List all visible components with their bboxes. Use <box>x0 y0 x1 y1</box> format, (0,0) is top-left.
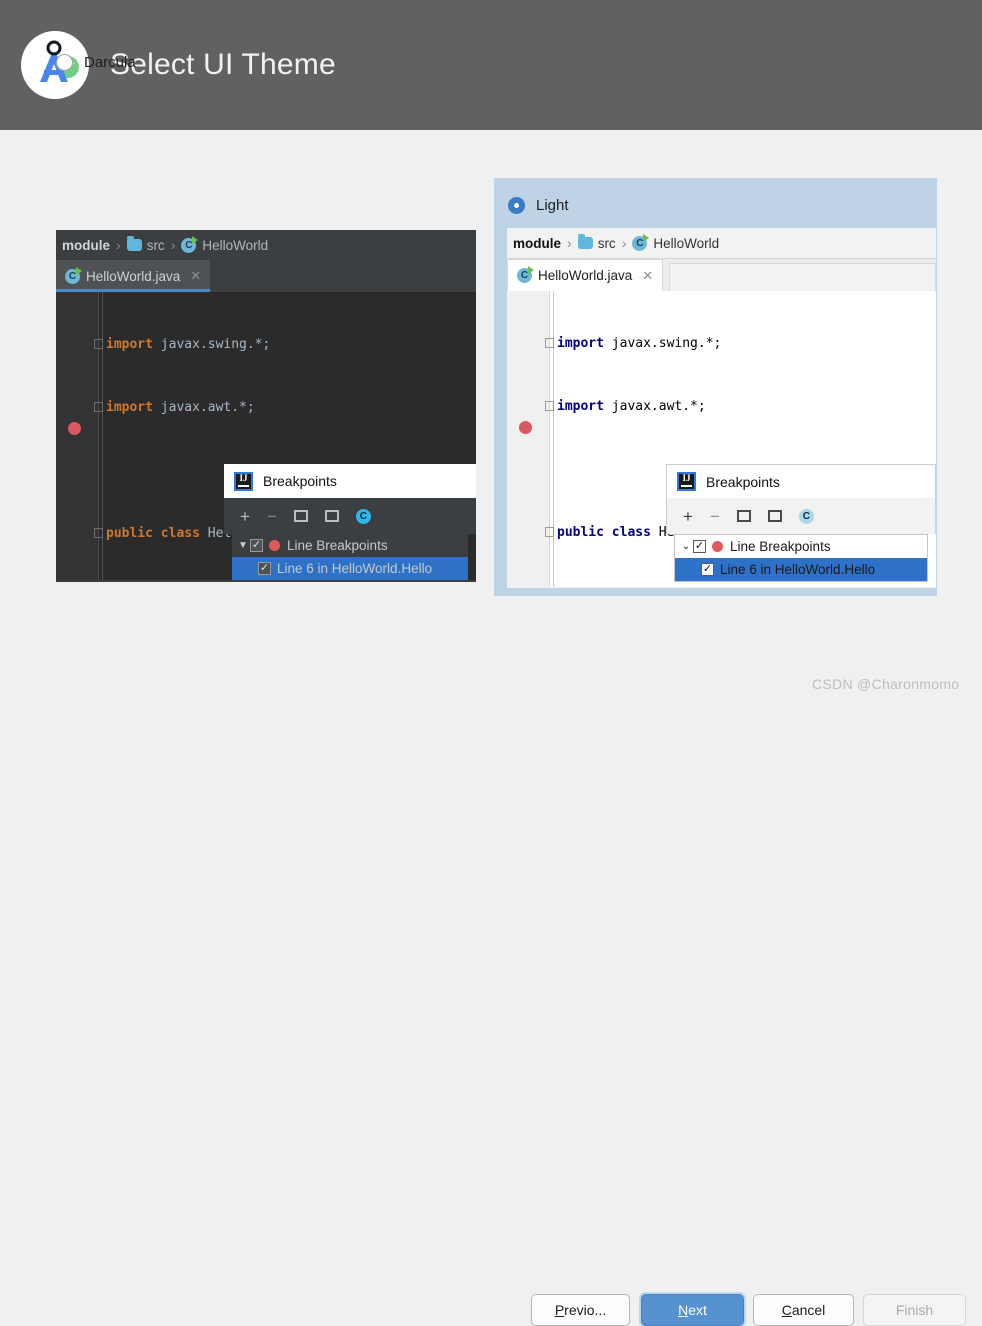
editor-tab-helloworld[interactable]: C HelloWorld.java ✕ <box>56 260 211 292</box>
breakpoints-tree[interactable]: ⌄ ✓ Line Breakpoints ✓ Line 6 in HelloWo… <box>674 534 928 582</box>
breadcrumb-folder: src <box>597 235 616 251</box>
darcula-radio-row[interactable]: Darcula <box>56 48 476 76</box>
remove-icon[interactable]: − <box>710 508 720 525</box>
breakpoints-dialog-dark[interactable]: Breakpoints + − C ▼ ✓ Line Breakpoints ✓… <box>224 464 476 582</box>
cancel-button-rest: ancel <box>791 1302 826 1318</box>
breadcrumb-separator-icon: › <box>170 237 176 253</box>
breadcrumb-folder: src <box>146 237 165 253</box>
watermark: CSDN @Charonmomo <box>812 676 960 692</box>
java-class-icon[interactable]: C <box>355 508 371 524</box>
remove-icon[interactable]: − <box>267 508 277 525</box>
save-icon[interactable] <box>324 510 339 522</box>
tree-row-line-6[interactable]: ✓ Line 6 in HelloWorld.Hello <box>675 558 927 581</box>
breakpoints-toolbar: + − C <box>224 498 476 534</box>
breadcrumb: module › src › C HelloWorld <box>56 230 476 260</box>
breakpoint-dot-icon[interactable] <box>68 422 81 435</box>
code-line: import javax.swing.*; <box>545 333 936 354</box>
editor-tab-helloworld[interactable]: C HelloWorld.java ✕ <box>507 259 664 291</box>
fold-icon[interactable] <box>94 339 103 349</box>
breakpoints-title: Breakpoints <box>706 473 780 490</box>
cancel-button[interactable]: Cancel <box>753 1294 854 1326</box>
save-icon[interactable] <box>767 510 782 522</box>
previous-button-rest: revio... <box>564 1302 607 1318</box>
java-class-icon: C <box>65 266 82 284</box>
code-line: import javax.swing.*; <box>94 334 476 355</box>
breakpoint-dot-icon <box>712 541 723 552</box>
breadcrumb-separator-icon: › <box>621 235 627 251</box>
folder-icon <box>126 236 142 251</box>
code-line: import javax.awt.*; <box>545 396 936 417</box>
darcula-label: Darcula <box>84 53 136 71</box>
previous-button[interactable]: Previo... <box>531 1294 630 1326</box>
tab-strip-filler <box>669 263 936 291</box>
breakpoints-toolbar: + − C <box>666 498 936 534</box>
radio-checked-icon[interactable] <box>508 196 525 214</box>
add-icon[interactable]: + <box>240 508 250 525</box>
close-icon[interactable]: ✕ <box>190 268 201 284</box>
editor-gutter[interactable] <box>507 291 550 587</box>
java-class-icon: C <box>181 235 199 253</box>
tab-strip-filler <box>216 260 476 292</box>
finish-button: Finish <box>863 1294 966 1326</box>
tree-row-label: Line Breakpoints <box>287 538 388 553</box>
tree-row-line-breakpoints[interactable]: ▼ ✓ Line Breakpoints <box>232 534 468 557</box>
tree-row-label: Line 6 in HelloWorld.Hello <box>720 562 876 577</box>
editor-gutter[interactable] <box>56 292 99 580</box>
next-button[interactable]: Next <box>641 1294 744 1326</box>
tree-row-label: Line Breakpoints <box>730 539 831 554</box>
breakpoints-title-bar: Breakpoints <box>666 464 936 498</box>
breadcrumb-module: module <box>513 235 562 251</box>
theme-option-darcula[interactable]: Darcula <box>56 48 476 76</box>
tree-row-line-breakpoints[interactable]: ⌄ ✓ Line Breakpoints <box>675 535 927 558</box>
wizard-dialog: Select UI Theme Darcula module › src › C… <box>0 0 982 1326</box>
radio-unchecked-icon[interactable] <box>56 53 73 71</box>
breakpoints-title-bar: Breakpoints <box>224 464 476 498</box>
breadcrumb-separator-icon: › <box>116 237 121 253</box>
intellij-icon <box>677 472 696 491</box>
chevron-down-icon[interactable]: ▼ <box>236 540 250 551</box>
java-class-icon[interactable]: C <box>798 508 814 524</box>
light-radio-row[interactable]: Light <box>508 191 937 219</box>
breadcrumb-class: HelloWorld <box>202 237 269 253</box>
editor-tabs: C HelloWorld.java ✕ <box>507 259 936 291</box>
fold-icon[interactable] <box>94 402 103 412</box>
java-class-icon: C <box>632 233 650 251</box>
breadcrumb-module: module <box>62 237 111 253</box>
tree-row-label: Line 6 in HelloWorld.Hello <box>277 561 433 576</box>
breakpoints-dialog-light[interactable]: Breakpoints + − C ⌄ ✓ Line Breakpoints ✓… <box>666 464 936 588</box>
wizard-footer: Previo... Next Cancel Finish <box>0 640 982 1326</box>
code-line: import javax.awt.*; <box>94 397 476 418</box>
checkbox-checked-icon[interactable]: ✓ <box>250 539 263 552</box>
tree-row-line-6[interactable]: ✓ Line 6 in HelloWorld.Hello <box>232 557 468 580</box>
checkbox-checked-icon[interactable]: ✓ <box>693 540 706 553</box>
breakpoint-dot-icon <box>269 540 280 551</box>
editor-tab-label: HelloWorld.java <box>538 268 633 283</box>
light-label: Light <box>536 196 569 214</box>
fold-icon[interactable] <box>545 527 554 537</box>
next-button-rest: ext <box>688 1302 707 1318</box>
folder-icon <box>577 234 593 249</box>
breadcrumb-class: HelloWorld <box>653 235 720 251</box>
breadcrumb-separator-icon: › <box>567 235 572 251</box>
fold-guide <box>553 291 554 587</box>
fold-icon[interactable] <box>94 528 103 538</box>
breakpoint-dot-icon[interactable] <box>519 421 532 434</box>
fold-icon[interactable] <box>545 401 554 411</box>
folder-icon[interactable] <box>736 510 751 522</box>
editor-tab-label: HelloWorld.java <box>86 268 181 284</box>
fold-icon[interactable] <box>545 338 554 348</box>
intellij-icon <box>234 471 253 491</box>
finish-button-label: Finish <box>895 1302 934 1318</box>
close-icon[interactable]: ✕ <box>642 268 653 284</box>
add-icon[interactable]: + <box>683 508 693 525</box>
breakpoints-tree[interactable]: ▼ ✓ Line Breakpoints ✓ Line 6 in HelloWo… <box>232 534 468 580</box>
checkbox-checked-icon[interactable]: ✓ <box>258 562 271 575</box>
checkbox-checked-icon[interactable]: ✓ <box>701 563 714 576</box>
breakpoints-title: Breakpoints <box>263 473 337 489</box>
folder-icon[interactable] <box>293 510 308 522</box>
chevron-down-icon[interactable]: ⌄ <box>679 541 693 552</box>
breadcrumb: module › src › C HelloWorld <box>507 228 936 259</box>
editor-tabs: C HelloWorld.java ✕ <box>56 260 476 292</box>
java-class-icon: C <box>517 266 534 283</box>
